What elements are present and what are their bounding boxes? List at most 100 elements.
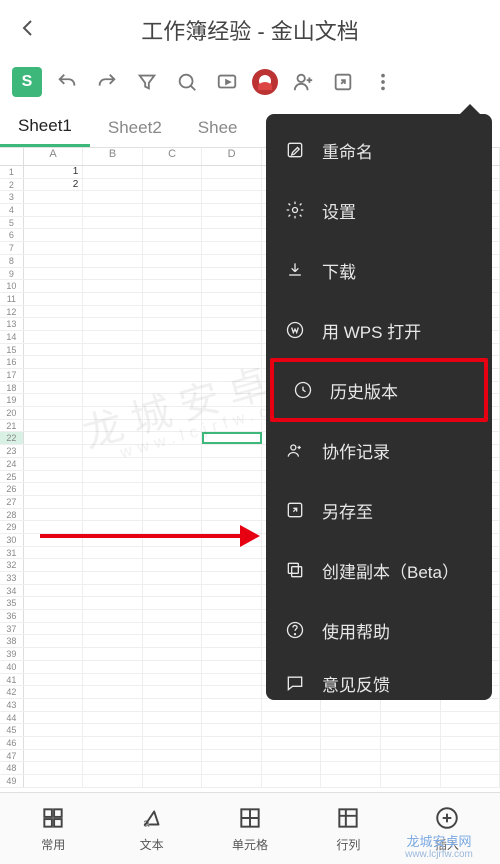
cell[interactable] [83,268,143,280]
column-header[interactable]: A [24,148,84,165]
cell[interactable] [381,737,441,749]
cell[interactable] [441,775,500,787]
cell[interactable] [83,699,143,711]
row-number[interactable]: 37 [0,623,24,635]
cell[interactable] [24,369,84,381]
cell[interactable] [202,255,262,267]
cell[interactable] [202,318,262,330]
cell[interactable] [202,293,262,305]
cell[interactable] [202,306,262,318]
cell[interactable] [83,356,143,368]
cell[interactable] [83,623,143,635]
cell[interactable] [24,242,84,254]
row-number[interactable]: 32 [0,559,24,571]
sheet-tab[interactable]: Shee [180,108,256,147]
menu-item-rename[interactable]: 重命名 [266,120,492,180]
cell[interactable] [24,534,84,546]
row-number[interactable]: 28 [0,509,24,521]
cell[interactable] [202,356,262,368]
row-number[interactable]: 2 [0,179,24,191]
cell[interactable] [143,686,203,698]
row-number[interactable]: 47 [0,750,24,762]
cell[interactable] [83,559,143,571]
cell[interactable] [83,318,143,330]
cell[interactable] [143,648,203,660]
cell[interactable] [381,750,441,762]
row-number[interactable]: 4 [0,204,24,216]
cell[interactable] [143,521,203,533]
undo-icon[interactable] [52,67,82,97]
row-number[interactable]: 43 [0,699,24,711]
menu-item-settings[interactable]: 设置 [266,180,492,240]
cell[interactable] [202,369,262,381]
cell[interactable] [202,420,262,432]
row-number[interactable]: 29 [0,521,24,533]
row-number[interactable]: 14 [0,331,24,343]
cell[interactable] [202,166,262,178]
cell[interactable] [202,534,262,546]
cell[interactable] [143,293,203,305]
cell[interactable] [24,306,84,318]
cell[interactable] [83,775,143,787]
more-menu-icon[interactable] [368,67,398,97]
row-number[interactable]: 30 [0,534,24,546]
cell[interactable] [441,712,500,724]
cell[interactable] [143,610,203,622]
cell[interactable] [202,648,262,660]
cell[interactable] [83,483,143,495]
cell[interactable] [24,356,84,368]
cell[interactable] [381,712,441,724]
cell[interactable] [321,775,381,787]
cell[interactable] [202,521,262,533]
row-number[interactable]: 15 [0,344,24,356]
cell[interactable] [24,547,84,559]
cell[interactable] [143,420,203,432]
cell[interactable] [143,623,203,635]
row-number[interactable]: 46 [0,737,24,749]
row-number[interactable]: 20 [0,407,24,419]
cell[interactable] [143,331,203,343]
cell[interactable] [143,471,203,483]
cell[interactable] [202,242,262,254]
cell[interactable] [202,445,262,457]
cell[interactable] [143,661,203,673]
cell[interactable] [202,432,262,444]
row-number[interactable]: 41 [0,674,24,686]
cell[interactable] [83,255,143,267]
cell[interactable] [24,661,84,673]
cell[interactable] [83,724,143,736]
cell[interactable] [202,268,262,280]
cell[interactable] [143,166,203,178]
column-header[interactable]: C [143,148,203,165]
cell[interactable] [83,610,143,622]
row-number[interactable]: 22 [0,432,24,444]
cell[interactable] [24,191,84,203]
cell[interactable] [24,229,84,241]
cell[interactable] [202,737,262,749]
cell[interactable] [143,242,203,254]
cell[interactable] [83,420,143,432]
cell[interactable] [24,509,84,521]
cell[interactable] [83,750,143,762]
cell[interactable] [24,762,84,774]
menu-item-feedback[interactable]: 意见反馈 [266,660,492,700]
cell[interactable] [202,331,262,343]
row-number[interactable]: 36 [0,610,24,622]
row-number[interactable]: 33 [0,572,24,584]
cell[interactable] [202,585,262,597]
cell[interactable] [381,775,441,787]
cell[interactable] [143,699,203,711]
cell[interactable] [24,293,84,305]
cell[interactable] [24,204,84,216]
cell[interactable] [83,217,143,229]
cell[interactable] [24,686,84,698]
present-icon[interactable] [212,67,242,97]
cell[interactable] [143,559,203,571]
row-number[interactable]: 1 [0,166,24,178]
cell[interactable] [83,369,143,381]
cell[interactable] [202,458,262,470]
cell[interactable] [143,483,203,495]
cell[interactable] [24,432,84,444]
cell[interactable] [24,737,84,749]
cell[interactable] [143,585,203,597]
